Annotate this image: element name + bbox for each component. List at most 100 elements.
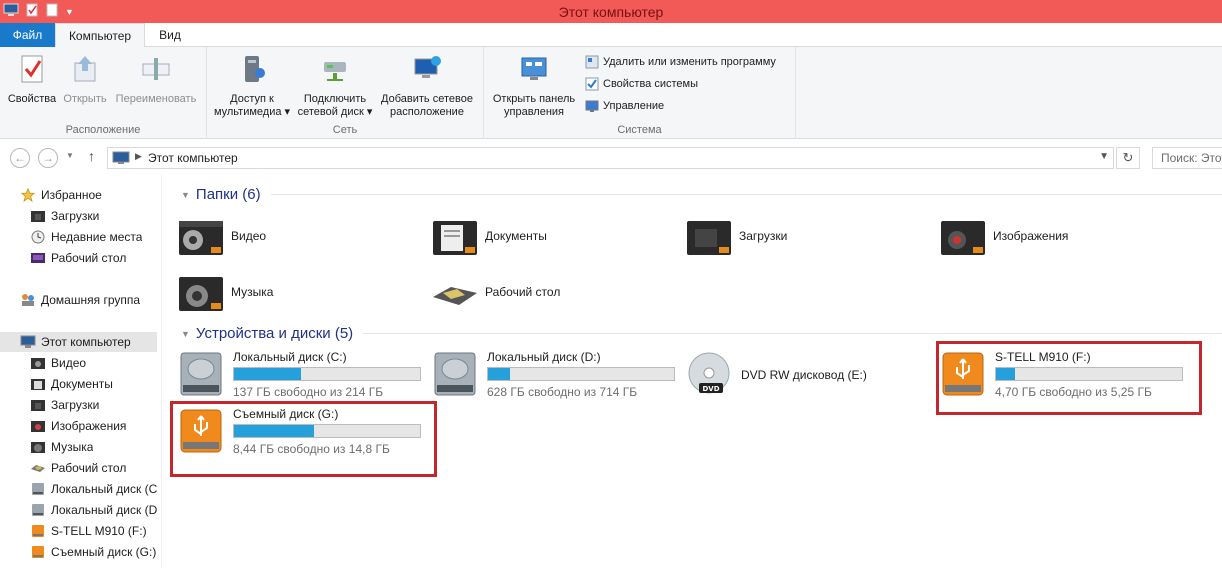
drive-c-name: Локальный диск (C:) xyxy=(233,350,347,364)
control-panel-button[interactable]: Открыть панель управления xyxy=(488,53,580,119)
music-folder-icon xyxy=(179,277,223,311)
devices-group-title: Устройства и диски (5) xyxy=(195,325,354,342)
drive-d-free-space: 628 ГБ свободно из 714 ГБ xyxy=(487,385,638,399)
navigation-pane: Избранное Загрузки Недавние места Рабочи… xyxy=(0,175,162,568)
system-properties-button[interactable]: Свойства системы xyxy=(585,77,698,91)
folders-group-header[interactable]: ▼ Папки (6) xyxy=(181,186,1222,203)
drive-c-usage-fill xyxy=(234,368,301,380)
search-input[interactable]: Поиск: Этот xyxy=(1152,147,1222,169)
map-network-drive-button[interactable]: Подключить сетевой диск ▾ xyxy=(295,53,375,119)
open-button[interactable]: Открыть xyxy=(60,53,110,106)
manage-button[interactable]: Управление xyxy=(585,99,664,113)
nav-pc-disk-d[interactable]: Локальный диск (D xyxy=(30,500,158,520)
group-divider xyxy=(363,333,1222,334)
desktop-icon xyxy=(31,465,45,472)
nav-homegroup-label: Домашняя группа xyxy=(41,293,141,307)
open-label: Открыть xyxy=(63,93,107,105)
tab-view[interactable]: Вид xyxy=(150,23,190,47)
ribbon-group-location: Свойства Открыть Переименовать Расположе… xyxy=(0,47,207,139)
hard-drive-icon xyxy=(32,504,44,516)
nav-favorites-desktop[interactable]: Рабочий стол xyxy=(30,248,126,268)
nav-homegroup[interactable]: Домашняя группа xyxy=(20,290,140,310)
star-icon xyxy=(20,188,36,202)
nav-favorites-downloads-label: Загрузки xyxy=(51,209,100,223)
recent-locations-chevron-icon[interactable]: ▼ xyxy=(66,151,74,160)
nav-pc-removable-g-label: Съемный диск (G:) xyxy=(51,545,157,559)
nav-this-pc[interactable]: Этот компьютер xyxy=(0,332,157,352)
refresh-button[interactable]: ↻ xyxy=(1116,147,1140,169)
folder-pictures[interactable]: Изображения xyxy=(939,215,1068,257)
folder-pictures-label: Изображения xyxy=(993,229,1069,243)
rename-button[interactable]: Переименовать xyxy=(112,53,200,106)
folder-desktop[interactable]: Рабочий стол xyxy=(431,271,560,313)
map-network-drive-label-1: Подключить xyxy=(303,93,367,105)
hard-drive-icon xyxy=(180,352,222,396)
tab-computer[interactable]: Компьютер xyxy=(55,23,145,48)
nav-favorites[interactable]: Избранное xyxy=(20,185,102,205)
documents-folder-icon xyxy=(31,379,45,390)
nav-pc-music[interactable]: Музыка xyxy=(30,437,93,457)
rename-label: Переименовать xyxy=(115,93,197,105)
nav-pc-removable-g[interactable]: Съемный диск (G:) xyxy=(30,542,156,562)
nav-pc-downloads[interactable]: Загрузки xyxy=(30,395,99,415)
rename-icon xyxy=(142,58,170,80)
nav-pc-documents[interactable]: Документы xyxy=(30,374,113,394)
nav-favorites-downloads[interactable]: Загрузки xyxy=(30,206,99,226)
hard-drive-icon xyxy=(434,352,476,396)
back-button[interactable]: ← xyxy=(10,148,30,168)
nav-favorites-label: Избранное xyxy=(41,188,102,202)
control-panel-icon xyxy=(521,57,547,80)
nav-favorites-recent[interactable]: Недавние места xyxy=(30,227,142,247)
ribbon-group-network: Доступ к мультимедиа ▾ Подключить сетево… xyxy=(207,47,484,139)
nav-pc-desktop[interactable]: Рабочий стол xyxy=(30,458,126,478)
folder-documents[interactable]: Документы xyxy=(431,215,547,257)
folder-music[interactable]: Музыка xyxy=(177,271,273,313)
usb-drive-icon xyxy=(32,546,44,558)
clock-icon xyxy=(31,230,45,244)
collapse-chevron-icon[interactable]: ▼ xyxy=(181,329,190,339)
properties-button[interactable]: Свойства xyxy=(6,53,58,106)
media-access-button[interactable]: Доступ к мультимедиа ▾ xyxy=(212,53,292,119)
desktop-icon xyxy=(433,287,477,305)
nav-pc-disk-c-label: Локальный диск (C xyxy=(51,482,158,496)
tab-file[interactable]: Файл xyxy=(0,23,55,47)
group-divider xyxy=(270,194,1222,195)
add-network-location-button[interactable]: Добавить сетевое расположение xyxy=(377,53,477,119)
nav-pc-videos[interactable]: Видео xyxy=(30,353,86,373)
media-server-icon xyxy=(245,56,265,82)
nav-pc-disk-c[interactable]: Локальный диск (C xyxy=(30,479,158,499)
documents-folder-icon xyxy=(433,221,477,255)
collapse-chevron-icon[interactable]: ▼ xyxy=(181,190,190,200)
nav-pc-pictures[interactable]: Изображения xyxy=(30,416,126,436)
folder-videos-label: Видео xyxy=(231,229,267,243)
breadcrumb-path[interactable]: Этот компьютер xyxy=(148,151,238,165)
address-dropdown-icon[interactable]: ▼ xyxy=(1099,151,1109,162)
nav-favorites-recent-label: Недавние места xyxy=(51,230,143,244)
drive-dvd-e[interactable]: DVD DVD RW дисковод (E:) xyxy=(685,347,935,399)
drive-c-free-space: 137 ГБ свободно из 214 ГБ xyxy=(233,385,384,399)
devices-group-header[interactable]: ▼ Устройства и диски (5) xyxy=(181,325,1222,342)
network-location-icon xyxy=(414,56,441,78)
hard-drive-icon xyxy=(32,483,44,495)
nav-pc-disk-d-label: Локальный диск (D xyxy=(51,503,158,517)
drive-d-name: Локальный диск (D:) xyxy=(487,350,601,364)
breadcrumb-chevron-icon[interactable]: ▶ xyxy=(135,151,142,162)
drive-d[interactable]: Локальный диск (D:) 628 ГБ свободно из 7… xyxy=(431,347,681,399)
drive-c[interactable]: Локальный диск (C:) 137 ГБ свободно из 2… xyxy=(177,347,427,399)
media-access-label-1: Доступ к xyxy=(230,93,274,105)
nav-pc-stell[interactable]: S-TELL M910 (F:) xyxy=(30,521,147,541)
folders-group-title: Папки (6) xyxy=(195,186,261,203)
address-bar[interactable]: ▶ Этот компьютер ▼ xyxy=(107,147,1114,169)
pictures-folder-icon xyxy=(31,421,45,432)
manage-icon xyxy=(585,100,599,112)
nav-pc-music-label: Музыка xyxy=(51,440,94,454)
uninstall-program-button[interactable]: Удалить или изменить программу xyxy=(585,55,776,69)
up-arrow-icon[interactable]: ↑ xyxy=(88,148,95,164)
folder-downloads[interactable]: Загрузки xyxy=(685,215,787,257)
navigation-bar: ← → ▼ ↑ ▶ Этот компьютер ▼ ↻ Поиск: Этот xyxy=(0,139,1222,175)
highlight-box-stell xyxy=(936,341,1202,415)
programs-icon xyxy=(585,55,599,69)
network-drive-icon xyxy=(324,62,346,81)
forward-button[interactable]: → xyxy=(38,148,58,168)
folder-videos[interactable]: Видео xyxy=(177,215,266,257)
